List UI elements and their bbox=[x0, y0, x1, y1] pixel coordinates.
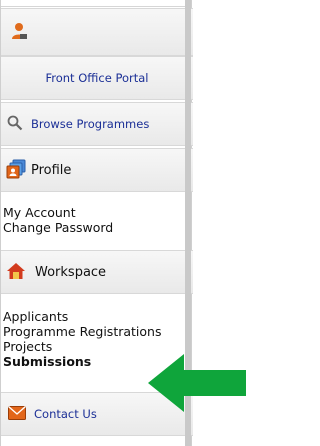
profile-section-label: Profile bbox=[31, 162, 72, 178]
profile-cards-icon bbox=[5, 159, 27, 182]
contact-us-label: Contact Us bbox=[34, 407, 97, 421]
projects-link[interactable]: Projects bbox=[3, 339, 193, 354]
user-row[interactable] bbox=[1, 8, 193, 56]
profile-section-header[interactable]: Profile bbox=[1, 148, 193, 192]
home-icon bbox=[6, 262, 26, 283]
search-icon bbox=[7, 115, 23, 134]
programme-registrations-link[interactable]: Programme Registrations bbox=[3, 324, 193, 339]
mail-icon bbox=[8, 405, 26, 423]
change-password-link[interactable]: Change Password bbox=[3, 220, 193, 235]
my-account-link[interactable]: My Account bbox=[3, 205, 193, 220]
profile-links: My Account Change Password bbox=[1, 205, 193, 235]
top-divider bbox=[1, 0, 191, 7]
browse-programmes-label: Browse Programmes bbox=[31, 117, 150, 131]
workspace-section-label: Workspace bbox=[35, 264, 107, 280]
arrow-left-icon bbox=[148, 354, 248, 415]
user-icon bbox=[11, 22, 29, 43]
front-office-portal-link[interactable]: Front Office Portal bbox=[1, 56, 193, 100]
front-office-portal-label: Front Office Portal bbox=[45, 71, 149, 85]
browse-programmes-link[interactable]: Browse Programmes bbox=[1, 102, 193, 146]
workspace-section-header[interactable]: Workspace bbox=[1, 250, 193, 294]
applicants-link[interactable]: Applicants bbox=[3, 309, 193, 324]
